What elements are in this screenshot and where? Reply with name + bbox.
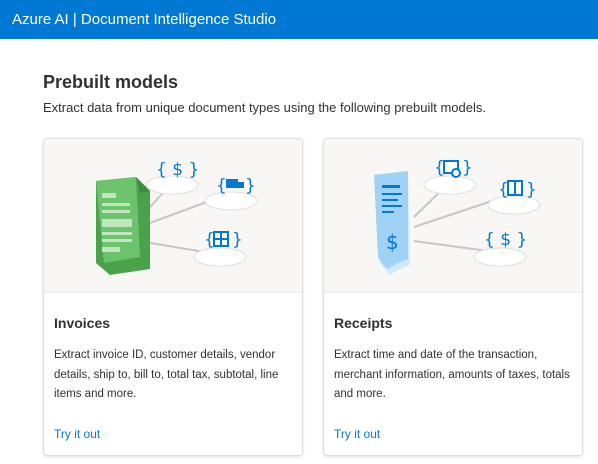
receipts-card-description: Extract time and date of the transaction… xyxy=(334,349,570,400)
svg-text:{: { xyxy=(216,176,227,196)
invoices-card-description: Extract invoice ID, customer details, ve… xyxy=(54,349,279,400)
svg-text:}: } xyxy=(526,180,537,200)
invoice-illustration: { $ } { } { } xyxy=(44,139,302,293)
app-title[interactable]: Azure AI | Document Intelligence Studio xyxy=(12,11,276,28)
invoices-card[interactable]: { $ } { } { } Invoices Extract invoice I… xyxy=(43,138,303,456)
invoices-try-it-out-link[interactable]: Try it out xyxy=(54,427,100,441)
receipts-card[interactable]: $ { } { } { $ } Receipts Extract time an… xyxy=(323,138,583,456)
invoices-card-title: Invoices xyxy=(54,315,111,331)
top-bar: Azure AI | Document Intelligence Studio xyxy=(0,0,598,39)
page-subtitle: Extract data from unique document types … xyxy=(43,100,486,115)
svg-text:{ $ }: { $ } xyxy=(156,160,199,180)
receipts-card-title: Receipts xyxy=(334,315,393,331)
svg-text:}: } xyxy=(232,230,243,250)
svg-text:{ $ }: { $ } xyxy=(484,230,527,250)
svg-text:$: $ xyxy=(386,230,399,254)
page-title: Prebuilt models xyxy=(43,72,179,92)
receipt-illustration: $ { } { } { $ } xyxy=(324,139,582,293)
svg-text:}: } xyxy=(462,158,473,178)
receipts-try-it-out-link[interactable]: Try it out xyxy=(334,427,380,441)
svg-text:}: } xyxy=(245,176,256,196)
